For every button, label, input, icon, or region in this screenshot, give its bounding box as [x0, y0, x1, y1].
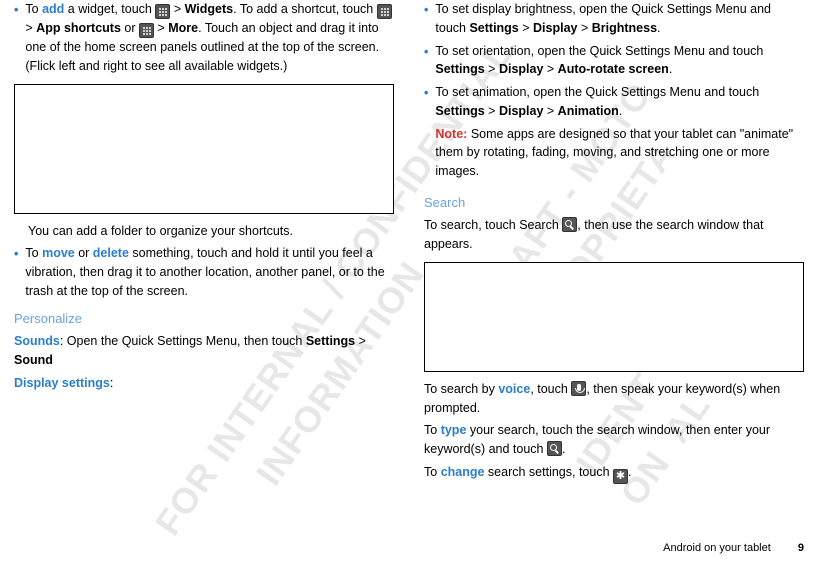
label-more: More — [168, 21, 198, 35]
display-settings-para: Display settings: — [14, 374, 394, 393]
note-para: Note: Some apps are designed so that you… — [435, 125, 804, 181]
bullet-text: To set animation, open the Quick Setting… — [435, 83, 804, 185]
bullet-text: To set orientation, open the Quick Setti… — [435, 42, 804, 80]
action-change: change — [441, 465, 485, 479]
bullet-animation: • To set animation, open the Quick Setti… — [424, 83, 804, 185]
type-search-para: To type your search, touch the search wi… — [424, 421, 804, 459]
action-delete: delete — [93, 246, 129, 260]
section-search: Search — [424, 193, 804, 213]
text-segment: To set orientation, open the Quick Setti… — [435, 44, 763, 58]
page-number: 9 — [798, 542, 804, 554]
action-add: add — [42, 2, 64, 16]
bullet-dot: • — [424, 1, 428, 38]
text-segment: > — [355, 334, 366, 348]
text-segment: . To add a shortcut, touch — [233, 2, 377, 16]
screenshot-placeholder-2 — [424, 262, 804, 372]
text-segment: or — [75, 246, 93, 260]
bullet-orientation: • To set orientation, open the Quick Set… — [424, 42, 804, 80]
action-voice: voice — [498, 382, 530, 396]
folder-text: You can add a folder to organize your sh… — [28, 222, 394, 241]
text-segment: To — [424, 465, 441, 479]
bullet-move-delete: • To move or delete something, touch and… — [14, 244, 394, 300]
label-settings: Settings — [306, 334, 355, 348]
text-segment: . — [619, 104, 622, 118]
action-type: type — [441, 423, 467, 437]
label-settings: Settings — [435, 104, 484, 118]
bullet-add-widget: • To add a widget, touch > Widgets. To a… — [14, 0, 394, 76]
text-segment: search settings, touch — [484, 465, 613, 479]
text-segment: > — [170, 2, 184, 16]
text-segment: To search by — [424, 382, 498, 396]
text-segment: > — [154, 21, 168, 35]
bullet-text: To move or delete something, touch and h… — [25, 244, 394, 300]
apps-icon — [377, 4, 392, 19]
label-note: Note: — [435, 127, 467, 141]
text-segment: > — [485, 62, 499, 76]
footer-text: Android on your tablet — [663, 542, 771, 554]
text-segment: > — [577, 21, 591, 35]
apps-icon — [139, 23, 154, 38]
label-widgets: Widgets — [185, 2, 234, 16]
label-display: Display — [499, 104, 543, 118]
label-app-shortcuts: App shortcuts — [36, 21, 121, 35]
label-display: Display — [533, 21, 577, 35]
mic-icon — [571, 381, 586, 396]
text-segment: To set animation, open the Quick Setting… — [435, 85, 759, 99]
section-personalize: Personalize — [14, 309, 394, 329]
text-segment: , touch — [530, 382, 571, 396]
search-icon — [562, 217, 577, 232]
bullet-dot: • — [14, 1, 18, 76]
note-text: Some apps are designed so that your tabl… — [435, 127, 793, 179]
bullet-dot: • — [424, 84, 428, 185]
bullet-text: To add a widget, touch > Widgets. To add… — [25, 0, 394, 76]
search-intro: To search, touch Search , then use the s… — [424, 216, 804, 254]
column-left: • To add a widget, touch > Widgets. To a… — [14, 0, 394, 488]
text-segment: your search, touch the search window, th… — [424, 423, 770, 456]
text-segment: . — [657, 21, 660, 35]
label-animation: Animation — [558, 104, 619, 118]
bullet-dot: • — [14, 245, 18, 300]
text-segment: : Open the Quick Settings Menu, then tou… — [60, 334, 306, 348]
label-settings: Settings — [469, 21, 518, 35]
page-footer: Android on your tablet 9 — [663, 540, 804, 557]
text-segment: . — [669, 62, 672, 76]
label-settings: Settings — [435, 62, 484, 76]
bullet-dot: • — [424, 43, 428, 80]
text-segment: or — [121, 21, 139, 35]
search-icon — [547, 441, 562, 456]
text-segment: . — [628, 465, 631, 479]
label-sounds: Sounds — [14, 334, 60, 348]
bullet-text: To set display brightness, open the Quic… — [435, 0, 804, 38]
label-display-settings: Display settings — [14, 376, 110, 390]
bullet-brightness: • To set display brightness, open the Qu… — [424, 0, 804, 38]
gear-icon — [613, 469, 628, 484]
label-display: Display — [499, 62, 543, 76]
label-sound: Sound — [14, 353, 53, 367]
text-segment: : — [110, 376, 113, 390]
label-auto-rotate: Auto-rotate screen — [558, 62, 669, 76]
apps-icon — [155, 4, 170, 19]
text-segment: a widget, touch — [64, 2, 155, 16]
text-segment: To — [25, 246, 42, 260]
voice-search-para: To search by voice, touch , then speak y… — [424, 380, 804, 418]
text-segment: . — [562, 442, 565, 456]
sounds-para: Sounds: Open the Quick Settings Menu, th… — [14, 332, 394, 370]
text-segment: To — [424, 423, 441, 437]
change-settings-para: To change search settings, touch . — [424, 463, 804, 484]
text-segment: To — [25, 2, 42, 16]
page-content: • To add a widget, touch > Widgets. To a… — [0, 0, 818, 488]
text-segment: > — [25, 21, 36, 35]
action-move: move — [42, 246, 75, 260]
text-segment: > — [485, 104, 499, 118]
text-segment: To search, touch Search — [424, 218, 562, 232]
text-segment: > — [543, 104, 557, 118]
text-segment: > — [543, 62, 557, 76]
screenshot-placeholder-1 — [14, 84, 394, 214]
text-segment: > — [519, 21, 533, 35]
column-right: • To set display brightness, open the Qu… — [424, 0, 804, 488]
label-brightness: Brightness — [592, 21, 657, 35]
